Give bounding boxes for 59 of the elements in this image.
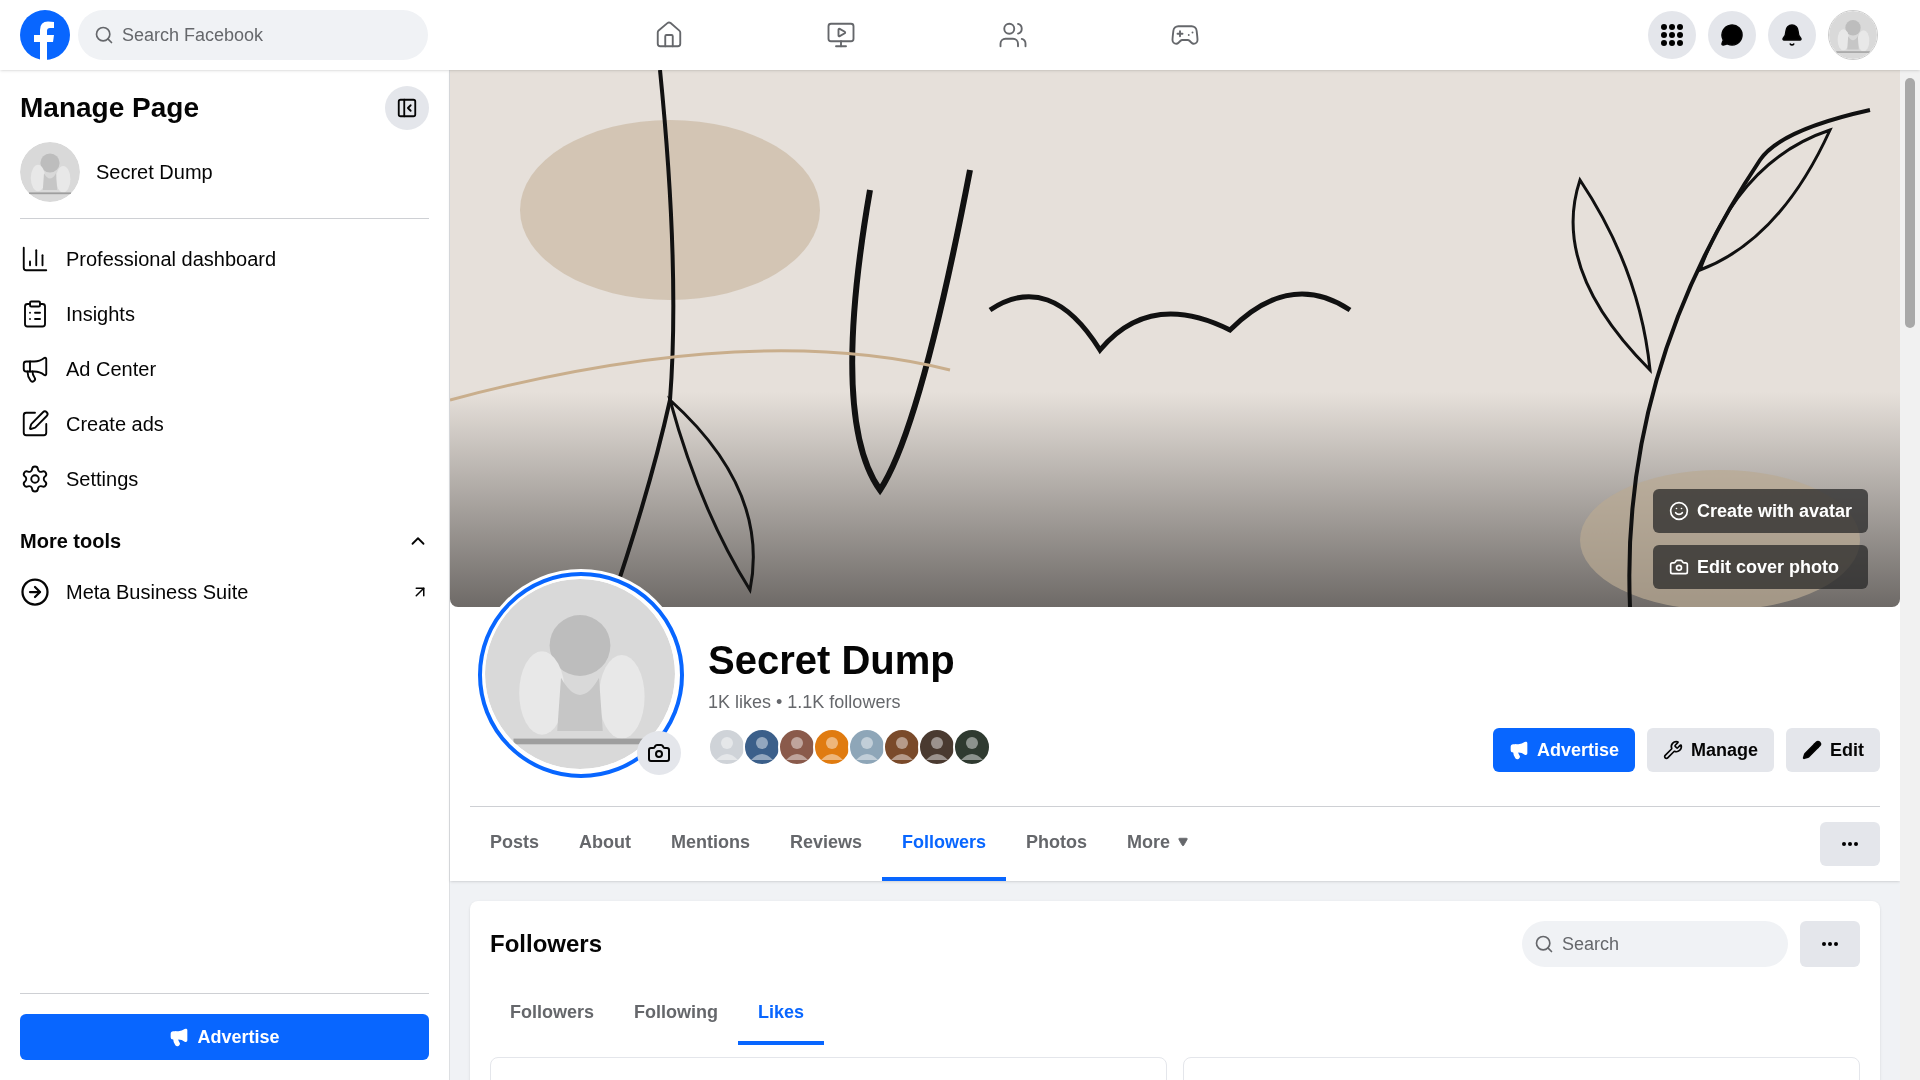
section-header: More tools	[20, 529, 122, 554]
page-name[interactable]: Secret Dump	[96, 157, 213, 187]
page-tab[interactable]: More	[1107, 807, 1209, 881]
page-tab[interactable]: Posts	[470, 807, 560, 881]
sidebar-item[interactable]: Settings	[20, 451, 429, 506]
page-tab[interactable]: Followers	[882, 807, 1007, 881]
camera-icon	[1668, 557, 1689, 577]
page-tab[interactable]: Reviews	[770, 807, 883, 881]
apps-icon[interactable]	[1648, 11, 1696, 59]
megaphone-icon	[1508, 740, 1529, 760]
sidebar-item[interactable]: Meta Business Suite	[20, 564, 429, 619]
follower-avatar[interactable]	[883, 728, 921, 766]
search-field[interactable]: Search Facebook	[78, 10, 428, 60]
sidebar-item[interactable]: Ad Center	[20, 341, 429, 396]
follower-avatar[interactable]	[743, 728, 781, 766]
edit-icon	[20, 408, 50, 439]
sidebar-item[interactable]: Create ads	[20, 396, 429, 451]
follower-avatar[interactable]	[953, 728, 991, 766]
account-avatar	[1829, 11, 1877, 59]
scrollbar-thumb[interactable]	[1905, 78, 1915, 328]
caret-icon	[1178, 837, 1189, 847]
sidebar-title: Manage Page	[20, 91, 199, 125]
panel-icon	[396, 97, 418, 119]
follower-avatar[interactable]	[778, 728, 816, 766]
card-title: Followers	[490, 929, 603, 959]
settings-icon	[20, 463, 50, 494]
advertise-button[interactable]: Advertise	[1492, 728, 1635, 772]
edit-button[interactable]: Edit	[1786, 728, 1880, 772]
notifications-icon[interactable]	[1768, 11, 1816, 59]
camera-button[interactable]	[637, 731, 681, 775]
more-icon	[1842, 842, 1858, 846]
followers-tab[interactable]: Likes	[738, 983, 825, 1045]
page-avatar	[20, 142, 80, 202]
edit-cover-button[interactable]: Edit cover photo	[1652, 545, 1868, 589]
follower-avatar[interactable]	[918, 728, 956, 766]
logo-icon[interactable]	[20, 10, 70, 60]
followers-tab[interactable]: Followers	[490, 983, 614, 1045]
create-avatar-button[interactable]: Create with avatar	[1652, 489, 1868, 533]
more-icon	[1822, 942, 1838, 946]
followers-tab[interactable]: Following	[614, 983, 738, 1045]
search-icon	[94, 25, 114, 45]
camera-icon	[647, 741, 671, 765]
wrench-icon	[1662, 740, 1683, 760]
avatar-icon	[1668, 501, 1689, 521]
messenger-icon[interactable]	[1708, 11, 1756, 59]
page-title: Secret Dump	[708, 637, 956, 684]
page-stats[interactable]: 1K likes • 1.1K followers	[708, 689, 991, 716]
page-tab[interactable]: Mentions	[651, 807, 770, 881]
page-tab[interactable]: Photos	[1006, 807, 1108, 881]
manage-button[interactable]: Manage	[1646, 728, 1774, 772]
sidebar-item[interactable]: Insights	[20, 286, 429, 341]
collapse-sidebar-button[interactable]	[385, 86, 429, 130]
page-tab[interactable]: About	[559, 807, 651, 881]
megaphone-icon	[169, 1027, 190, 1047]
search-field[interactable]: Search	[1522, 921, 1788, 967]
search-icon	[1534, 934, 1554, 954]
pencil-icon	[1802, 740, 1822, 760]
advertise-button[interactable]: Advertise	[20, 1014, 429, 1060]
sidebar-item[interactable]: Professional dashboard	[20, 231, 429, 286]
